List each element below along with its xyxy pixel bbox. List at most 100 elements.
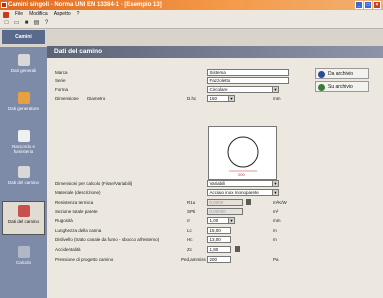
sidebar-item-dati-generatore[interactable]: Dati generatore bbox=[2, 89, 45, 123]
menu-aspetto[interactable]: Aspetto bbox=[54, 10, 71, 19]
pressione-symbol: Ped,ammiss bbox=[181, 257, 206, 262]
pressione-field[interactable]: 200 bbox=[207, 256, 231, 263]
menu-help[interactable]: ? bbox=[77, 10, 80, 19]
rugosita-label: Rugosità bbox=[55, 218, 73, 223]
accidentalita-field[interactable]: 1,80 bbox=[207, 246, 231, 253]
accidentalita-symbol: Zc bbox=[187, 247, 192, 252]
window-title: Camini singoli - Norma UNI EN 13384-1 - … bbox=[8, 2, 162, 8]
su-archivio-button[interactable]: Su archivio bbox=[315, 81, 369, 92]
chevron-down-icon[interactable]: ▼ bbox=[272, 87, 278, 92]
maximize-button[interactable]: □ bbox=[364, 1, 372, 9]
resistenza-field[interactable]: 0,0000 bbox=[207, 199, 243, 206]
new-icon[interactable]: □ bbox=[3, 20, 10, 27]
archive-save-icon bbox=[318, 84, 325, 91]
forma-value: Circolare bbox=[209, 87, 228, 92]
app-icon bbox=[1, 2, 7, 8]
marca-field[interactable]: Sistema bbox=[207, 69, 289, 76]
sezione-label: Sezione totale parete bbox=[55, 209, 98, 214]
dimensioni-calcolo-value: Variabili bbox=[209, 181, 226, 186]
chevron-down-icon[interactable]: ▼ bbox=[272, 190, 278, 195]
serie-label: Serie bbox=[55, 78, 66, 83]
sidebar-item-label: Calcolo bbox=[15, 260, 31, 265]
rugosita-value: 1,00 bbox=[209, 218, 219, 223]
chimney-icon bbox=[17, 166, 30, 178]
calculator-icon[interactable] bbox=[235, 246, 240, 252]
materiale-select[interactable]: Acciaio inox monoparete ▼ bbox=[207, 189, 279, 196]
forma-label: Forma bbox=[55, 87, 69, 92]
lunghezza-label: Lunghezza della canna bbox=[55, 228, 102, 233]
help-icon[interactable]: ? bbox=[43, 20, 50, 27]
sezione-symbol: SPti bbox=[187, 209, 196, 214]
sidebar-item-raccordo[interactable]: Raccordo e fumisteria bbox=[2, 127, 45, 161]
rugosita-symbol: rr bbox=[187, 218, 190, 223]
section-preview: 200 bbox=[208, 126, 277, 180]
dimensioni-calcolo-select[interactable]: Variabili ▼ bbox=[207, 180, 279, 187]
settings-icon bbox=[17, 54, 30, 66]
lunghezza-symbol: Lc bbox=[187, 228, 192, 233]
lunghezza-field[interactable]: 15,00 bbox=[207, 227, 231, 234]
da-archivio-label: Da archivio bbox=[328, 71, 354, 77]
calculator-icon[interactable] bbox=[246, 199, 251, 205]
menu-file[interactable]: File bbox=[15, 10, 23, 19]
dimensione-select[interactable]: 150 ▼ bbox=[207, 95, 235, 102]
dislivello-symbol: Hc bbox=[187, 237, 193, 242]
preview-dimension: 200 bbox=[238, 172, 245, 177]
sidebar-item-label: Dati generali bbox=[10, 68, 37, 73]
materiale-value: Acciaio inox monoparete bbox=[209, 190, 259, 195]
pressione-unit: Pa bbox=[273, 257, 279, 262]
accidentalita-label: Accidentalità bbox=[55, 247, 81, 252]
sidebar-item-active[interactable]: Dati del camino bbox=[2, 201, 45, 235]
sidebar: Camini Dati generali Dati generatore Rac… bbox=[0, 30, 47, 298]
resistenza-symbol: R1u bbox=[187, 200, 196, 205]
pressione-label: Pressione di progetto camino bbox=[55, 257, 114, 262]
menu-modifica[interactable]: Modifica bbox=[29, 10, 48, 19]
sidebar-item-calcolo[interactable]: Calcolo bbox=[2, 243, 45, 277]
dimensioni-calcolo-label: Dimensioni per calcolo (Fisse/Variabili) bbox=[55, 181, 133, 186]
sidebar-item-dati-generali[interactable]: Dati generali bbox=[2, 51, 45, 85]
dimensione-label: Dimensione bbox=[55, 96, 79, 101]
dislivello-field[interactable]: 13,00 bbox=[207, 236, 231, 243]
sidebar-item-label: Dati del camino bbox=[7, 219, 39, 224]
open-icon[interactable]: ▭ bbox=[13, 20, 20, 27]
serie-field[interactable]: Fazzoletto bbox=[207, 77, 289, 84]
dimensione-symbol: D.hc bbox=[187, 96, 197, 101]
da-archivio-button[interactable]: Da archivio bbox=[315, 68, 369, 79]
lunghezza-unit: m bbox=[273, 228, 277, 233]
archive-icon bbox=[318, 71, 325, 78]
minimize-button[interactable]: _ bbox=[355, 1, 363, 9]
dislivello-unit: m bbox=[273, 237, 277, 242]
resistenza-label: Resistenza termica bbox=[55, 200, 94, 205]
chimney-icon bbox=[17, 205, 30, 217]
materiale-label: Materiale (descrizione) bbox=[55, 190, 101, 195]
sidebar-tab-camini[interactable]: Camini bbox=[2, 30, 45, 44]
marca-label: Marca bbox=[55, 70, 68, 75]
close-button[interactable]: × bbox=[373, 1, 381, 9]
dimensione-value: 150 bbox=[209, 96, 218, 101]
dimensione-sub-label: Diametro bbox=[87, 96, 106, 101]
form-body: Marca Sistema Serie Fazzoletto Forma Cir… bbox=[47, 58, 383, 298]
dislivello-label: Dislivello (tratto canale da fumo - sboc… bbox=[55, 237, 160, 242]
rugosita-unit: mm bbox=[273, 218, 281, 223]
title-bar: Camini singoli - Norma UNI EN 13384-1 - … bbox=[0, 0, 383, 10]
menu-bar: File Modifica Aspetto ? bbox=[0, 10, 383, 19]
sidebar-item-label: Dati generatore bbox=[7, 106, 40, 111]
sezione-field[interactable]: 0,00000 bbox=[207, 208, 243, 215]
forma-select[interactable]: Circolare ▼ bbox=[207, 86, 279, 93]
form-header: Dati del camino bbox=[47, 46, 383, 58]
sezione-unit: m² bbox=[273, 209, 279, 214]
chevron-down-icon[interactable]: ▼ bbox=[228, 96, 234, 101]
save-icon[interactable]: ■ bbox=[23, 20, 30, 27]
sidebar-item-label: Dati del camino bbox=[7, 180, 39, 185]
rugosita-select[interactable]: 1,00 ▼ bbox=[207, 217, 235, 224]
sidebar-item-dati-camino[interactable]: Dati del camino bbox=[2, 163, 45, 197]
flame-icon bbox=[17, 92, 30, 104]
connector-icon bbox=[17, 130, 30, 142]
toolbar: □ ▭ ■ ▤ ? bbox=[0, 19, 383, 29]
print-icon[interactable]: ▤ bbox=[33, 20, 40, 27]
chevron-down-icon[interactable]: ▼ bbox=[272, 181, 278, 186]
sidebar-item-label: Raccordo e fumisteria bbox=[11, 144, 35, 154]
resistenza-unit: m²K/W bbox=[273, 200, 287, 205]
app-menu-icon[interactable] bbox=[3, 11, 9, 18]
chevron-down-icon[interactable]: ▼ bbox=[228, 218, 234, 223]
dimensione-unit: mm bbox=[273, 96, 281, 101]
